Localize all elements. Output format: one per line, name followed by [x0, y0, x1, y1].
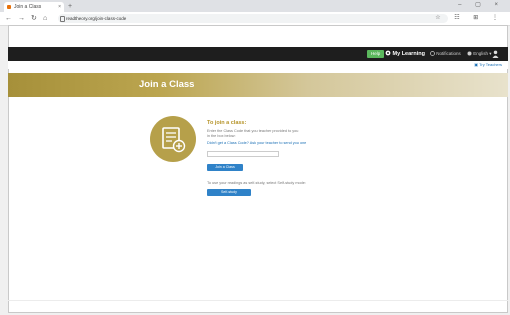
document-add-icon: [162, 127, 186, 153]
footer-divider: [8, 300, 508, 301]
window-controls[interactable]: – ▢ ×: [458, 1, 504, 8]
tab-strip: Join a Class × + – ▢ ×: [0, 0, 510, 12]
back-icon[interactable]: ←: [5, 14, 12, 23]
browser-toolbar: ← → ↻ ⌂ readtheory.org/join-class-code ☆…: [0, 12, 510, 26]
url-text: readtheory.org/join-class-code: [66, 16, 127, 21]
class-code-input[interactable]: [207, 151, 279, 157]
site-top-bar: Help My Learning Notifications English ▾: [8, 47, 508, 61]
tab-title: Join a Class: [14, 4, 42, 10]
join-instructions-2: in the box below:: [207, 134, 236, 138]
language-selector[interactable]: English ▾: [467, 49, 492, 59]
page-banner: Join a Class: [8, 73, 508, 97]
site-subbar: ▣ Try Teachers: [8, 61, 508, 69]
browser-tool-icons[interactable]: ☆ ☷ ⊞ ⋮: [435, 14, 504, 23]
gear-icon: [385, 50, 391, 56]
lock-icon: [60, 16, 65, 22]
my-learning-link[interactable]: My Learning: [385, 49, 425, 59]
browser-tab[interactable]: Join a Class ×: [4, 2, 64, 12]
home-icon[interactable]: ⌂: [43, 14, 47, 23]
bell-icon: [430, 51, 435, 56]
language-label: English ▾: [473, 51, 492, 56]
favicon-icon: [7, 5, 11, 9]
new-tab-icon[interactable]: +: [68, 2, 72, 11]
address-bar[interactable]: readtheory.org/join-class-code: [58, 14, 448, 23]
page-title: Join a Class: [139, 79, 195, 90]
user-avatar-icon[interactable]: [492, 50, 499, 58]
self-study-note: To use your readings as self-study, sele…: [207, 181, 306, 185]
join-class-button[interactable]: Join a Class: [207, 164, 243, 171]
join-heading: To join a class:: [207, 120, 247, 126]
notifications-link[interactable]: Notifications: [430, 49, 461, 59]
forward-icon[interactable]: →: [18, 14, 25, 23]
join-form: To join a class: Enter the Class Code th…: [207, 119, 347, 196]
globe-icon: [467, 51, 472, 56]
close-tab-icon[interactable]: ×: [58, 2, 61, 12]
help-button[interactable]: Help: [367, 50, 385, 58]
no-code-link[interactable]: Didn't get a Class Code? Ask your teache…: [207, 141, 347, 146]
reload-icon[interactable]: ↻: [31, 14, 37, 23]
self-study-button[interactable]: Self-study: [207, 189, 251, 196]
my-learning-label: My Learning: [392, 51, 425, 57]
teacher-link[interactable]: ▣ Try Teachers: [474, 62, 502, 67]
notifications-label: Notifications: [436, 51, 461, 56]
join-class-emblem: [150, 116, 196, 162]
teacher-link-label: Try Teachers: [479, 62, 502, 67]
